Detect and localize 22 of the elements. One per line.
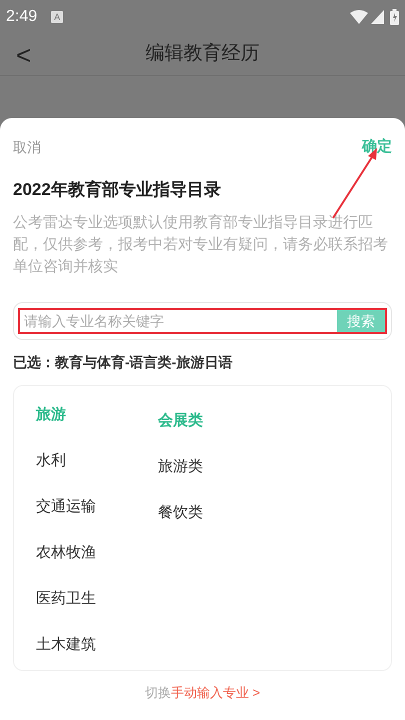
category-item[interactable]: 医药卫生 (36, 576, 158, 622)
manual-input-link[interactable]: 手动输入专业 > (170, 685, 260, 700)
switch-hint: 切换手动输入专业 > (144, 684, 262, 702)
status-time: 2:49 (6, 7, 38, 27)
sheet-title: 2022年教育部专业指导目录 (13, 178, 222, 200)
category-item[interactable]: 餐饮类 (158, 490, 278, 536)
category-item[interactable]: 土木建筑 (36, 622, 158, 668)
page-title: 编辑教育经历 (146, 42, 260, 66)
cancel-button[interactable]: 取消 (13, 136, 41, 158)
selected-path: 已选：教育与体育-语言类-旅游日语 (13, 353, 234, 372)
signal-icon (371, 10, 384, 24)
battery-icon (390, 9, 399, 25)
category-item[interactable]: 旅游 (36, 392, 158, 438)
category-item[interactable]: 旅游类 (158, 444, 278, 490)
notice-text: 公考雷达专业选项默认使用教育部专业指导目录进行匹配，仅供参考，报考中若对专业有疑问，请务必联系招考单位咨询并核实 (13, 213, 389, 277)
category-item[interactable]: 农林牧渔 (36, 530, 158, 576)
category-item[interactable]: 交通运输 (36, 484, 158, 530)
category-item[interactable]: 水利 (36, 438, 158, 484)
wifi-icon (350, 10, 368, 24)
notification-icon: A (51, 11, 64, 23)
back-button[interactable]: < (16, 42, 32, 68)
category-item[interactable]: 会展类 (158, 398, 278, 444)
